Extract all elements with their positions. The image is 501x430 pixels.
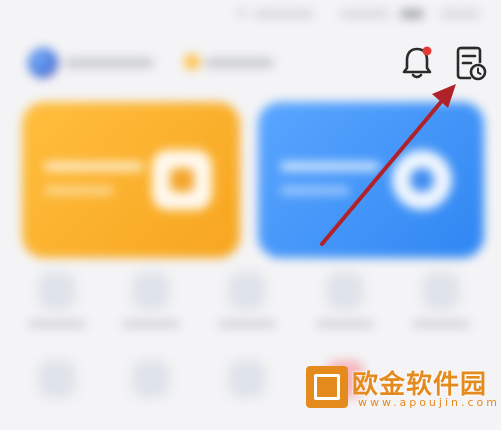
annotation-arrow — [320, 84, 456, 246]
watermark-logo-glyph — [314, 374, 340, 400]
watermark: 欧金软件园 www.apoujin.com — [302, 360, 501, 413]
watermark-logo — [306, 366, 348, 408]
watermark-url: www.apoujin.com — [358, 396, 500, 409]
